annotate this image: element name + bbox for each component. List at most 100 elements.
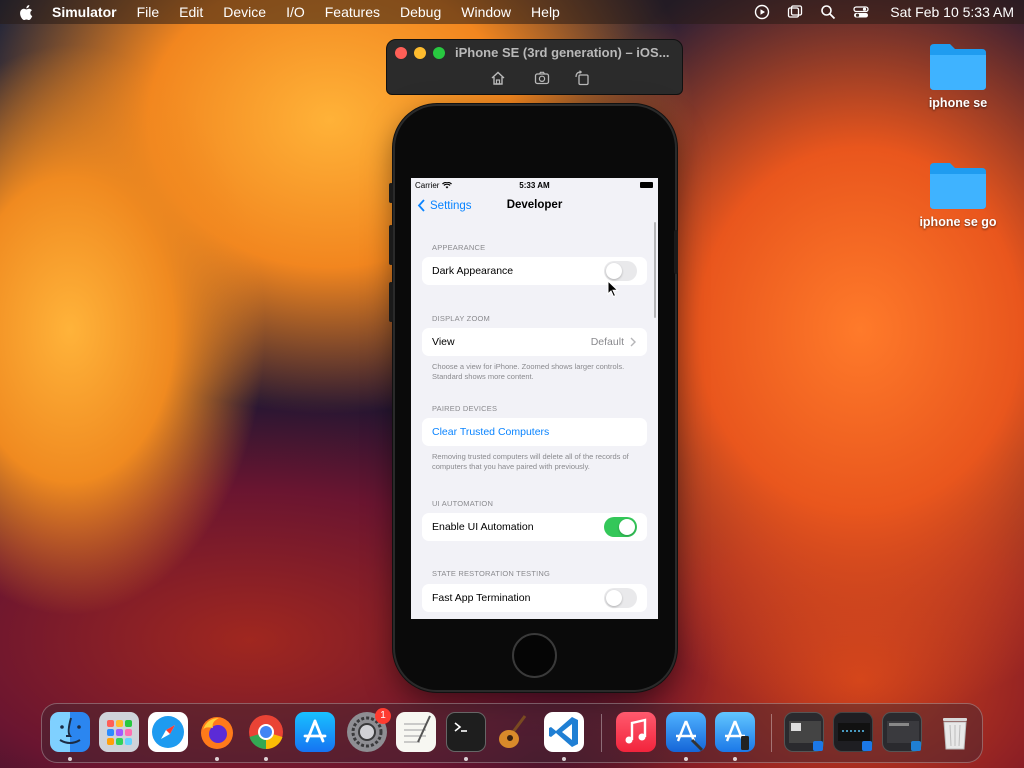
menu-device[interactable]: Device: [223, 4, 266, 20]
dock: 1: [41, 703, 983, 763]
running-indicator: [562, 757, 566, 761]
launchpad-icon[interactable]: [99, 712, 139, 752]
desktop-folder-iphone-se-go[interactable]: iphone se go: [908, 159, 1008, 229]
menu-bar: Simulator File Edit Device I/O Features …: [0, 0, 1024, 24]
scroll-indicator[interactable]: [654, 222, 656, 318]
navigation-bar: Settings Developer: [411, 194, 658, 218]
volume-down-button[interactable]: [389, 282, 393, 322]
minimize-window-button[interactable]: [414, 47, 426, 59]
textedit-page: [404, 715, 431, 743]
simulator-titlebar[interactable]: iPhone SE (3rd generation) – iOS...: [386, 39, 683, 95]
view-value: Default: [590, 336, 624, 348]
mute-switch: [389, 183, 393, 203]
enable-ui-automation-toggle[interactable]: [604, 517, 637, 537]
enable-ui-automation-label: Enable UI Automation: [432, 521, 534, 533]
fast-app-termination-row[interactable]: Fast App Termination: [422, 584, 647, 612]
ios-screen: Carrier 5:33 AM Settings Developer APPEA…: [411, 178, 658, 619]
clear-trusted-computers-button[interactable]: Clear Trusted Computers: [422, 418, 647, 446]
side-power-button[interactable]: [674, 230, 678, 274]
screenshot-camera-icon[interactable]: [534, 70, 550, 86]
running-indicator: [733, 757, 737, 761]
enable-ui-automation-row[interactable]: Enable UI Automation: [422, 513, 647, 541]
section-header-state-restoration: STATE RESTORATION TESTING: [432, 569, 551, 578]
toggle-knob: [619, 519, 635, 535]
window-thumbnail-3[interactable]: [882, 712, 922, 752]
fast-app-termination-toggle[interactable]: [604, 588, 637, 608]
menubar-clock[interactable]: Sat Feb 10 5:33 AM: [890, 4, 1014, 20]
section-header-appearance: APPEARANCE: [432, 243, 486, 252]
menu-edit[interactable]: Edit: [179, 4, 203, 20]
chrome-icon[interactable]: [246, 712, 286, 752]
terminal-prompt: [454, 722, 467, 732]
control-center-icon[interactable]: [853, 4, 869, 20]
trash-can: [943, 718, 967, 750]
finder-icon[interactable]: [50, 712, 90, 752]
dark-appearance-toggle[interactable]: [604, 261, 637, 281]
window-thumbnail-1[interactable]: [784, 712, 824, 752]
running-indicator: [68, 757, 72, 761]
app-store-icon[interactable]: [295, 712, 335, 752]
window-preview-icon: [789, 721, 823, 751]
chrome-logo: [249, 715, 283, 750]
simulator-glyph: [725, 720, 749, 750]
folder-label: iphone se go: [919, 215, 997, 229]
fast-app-termination-label: Fast App Termination: [432, 592, 531, 604]
firefox-icon[interactable]: [197, 712, 237, 752]
window-preview-icon: [887, 721, 921, 751]
screen-recording-icon[interactable]: [754, 4, 770, 20]
section-header-ui-automation: UI AUTOMATION: [432, 499, 494, 508]
terminal-icon[interactable]: [446, 712, 486, 752]
chevron-right-icon: [630, 337, 636, 347]
window-thumbnail-2[interactable]: [833, 712, 873, 752]
apple-menu-icon[interactable]: [18, 4, 34, 21]
textedit-icon[interactable]: [396, 712, 436, 752]
instruments-icon[interactable]: [495, 712, 535, 752]
safari-icon[interactable]: [148, 712, 188, 752]
dark-appearance-label: Dark Appearance: [432, 265, 514, 277]
section-header-paired-devices: PAIRED DEVICES: [432, 404, 498, 413]
system-settings-icon[interactable]: 1: [347, 708, 391, 752]
folder-icon: [930, 44, 986, 90]
menu-window[interactable]: Window: [461, 4, 511, 20]
running-indicator: [264, 757, 268, 761]
simulator-icon[interactable]: [715, 712, 755, 752]
desktop-folder-iphone-se[interactable]: iphone se: [908, 40, 1008, 110]
mouse-cursor-icon: [607, 280, 619, 298]
app-store-glyph: [303, 719, 327, 743]
folder-icon: [930, 163, 986, 209]
toggle-knob: [606, 590, 622, 606]
battery-icon: [640, 182, 653, 188]
folder-label: iphone se: [928, 96, 988, 110]
zoom-window-button[interactable]: [433, 47, 445, 59]
music-icon[interactable]: [616, 712, 656, 752]
menu-file[interactable]: File: [137, 4, 160, 20]
launchpad-grid: [107, 720, 132, 745]
rotate-device-icon[interactable]: [574, 70, 590, 86]
running-indicator: [684, 757, 688, 761]
volume-up-button[interactable]: [389, 225, 393, 265]
menu-app-name[interactable]: Simulator: [52, 4, 117, 20]
view-row[interactable]: View Default: [422, 328, 647, 356]
vscode-icon[interactable]: [544, 712, 584, 752]
close-window-button[interactable]: [395, 47, 407, 59]
menu-io[interactable]: I/O: [286, 4, 305, 20]
home-icon[interactable]: [490, 70, 506, 86]
view-value-group: Default: [591, 336, 637, 348]
running-indicator: [464, 757, 468, 761]
menu-help[interactable]: Help: [531, 4, 560, 20]
toggle-knob: [606, 263, 622, 279]
notification-badge: 1: [375, 708, 391, 724]
menu-features[interactable]: Features: [325, 4, 380, 20]
trash-icon[interactable]: [935, 712, 975, 752]
window-switcher-icon[interactable]: [787, 4, 803, 20]
home-button[interactable]: [512, 633, 557, 678]
ios-status-bar: Carrier 5:33 AM: [411, 178, 658, 192]
page-title: Developer: [506, 199, 563, 211]
firefox-logo: [201, 717, 233, 749]
menu-debug[interactable]: Debug: [400, 4, 441, 20]
xcode-icon[interactable]: [666, 712, 706, 752]
spotlight-search-icon[interactable]: [820, 4, 836, 20]
simulator-window-title: iPhone SE (3rd generation) – iOS...: [455, 45, 670, 60]
running-indicator: [215, 757, 219, 761]
section-header-display-zoom: DISPLAY ZOOM: [432, 314, 490, 323]
